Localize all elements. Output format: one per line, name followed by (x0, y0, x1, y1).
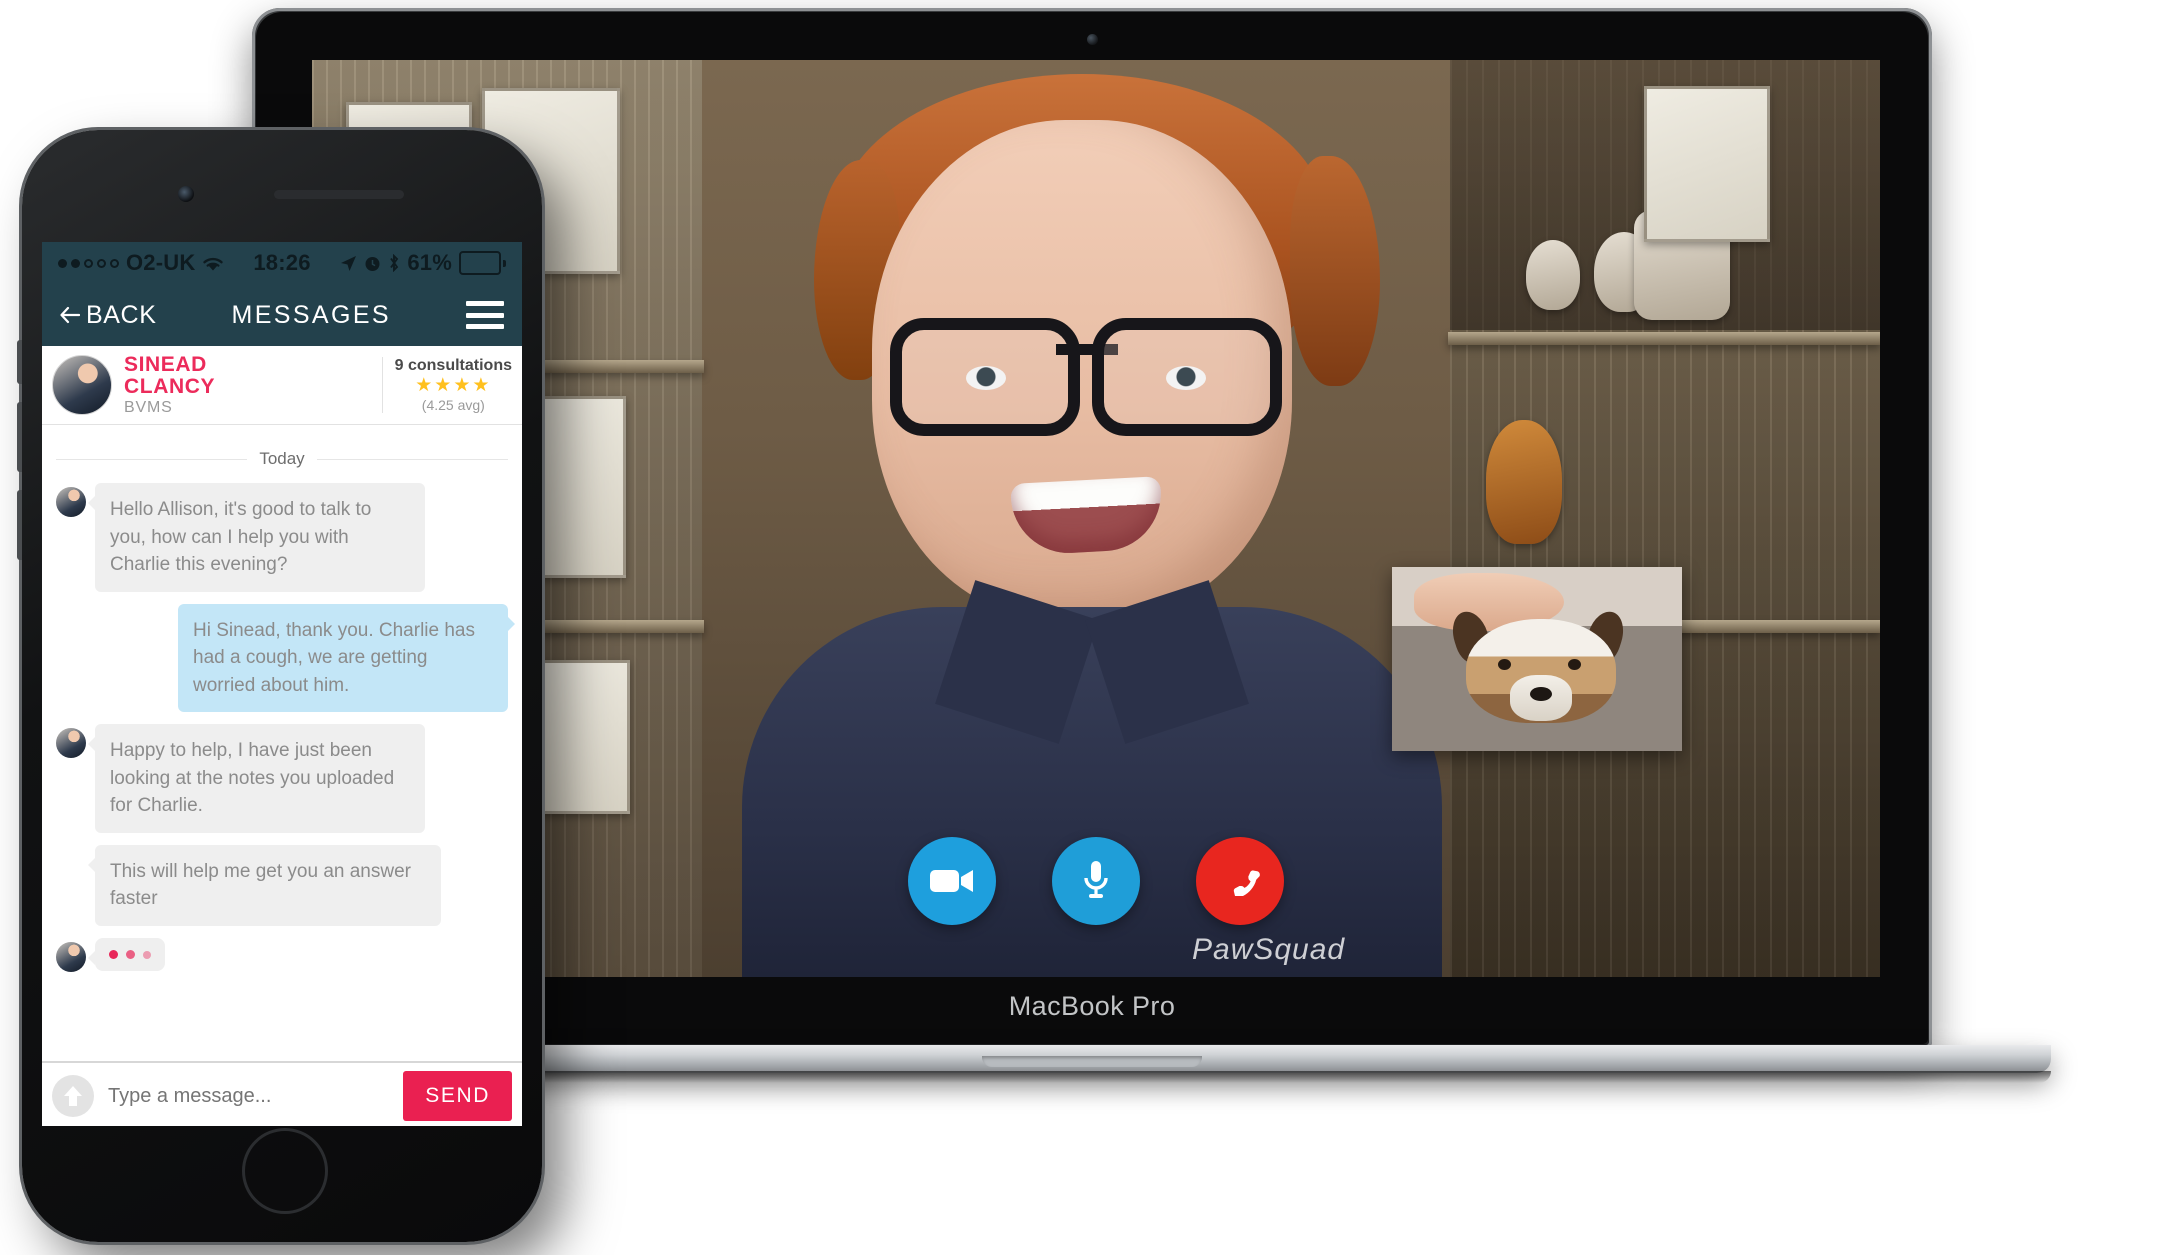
video-toggle-button[interactable] (908, 837, 996, 925)
typing-indicator-row (56, 938, 508, 973)
vet-name-block: SINEAD CLANCY BVMS (124, 352, 370, 417)
list-item: Happy to help, I have just been looking … (56, 724, 508, 833)
shelf-bar (1448, 332, 1880, 345)
screenshot-stage: PawSquad MacBook Pro O2-UK 18:26 61% BAC… (0, 0, 2176, 1255)
phone-earpiece-speaker (274, 190, 404, 199)
avatar (56, 728, 86, 759)
phone-home-button[interactable] (242, 1128, 328, 1214)
avatar (56, 942, 86, 973)
average-rating-label: (4.25 avg) (421, 396, 485, 413)
video-call-view: PawSquad (312, 60, 1880, 977)
shelf-ornament (1526, 240, 1580, 310)
back-button-label: BACK (86, 300, 157, 329)
typing-dot (109, 950, 118, 960)
list-item: Hello Allison, it's good to talk to you,… (56, 483, 508, 592)
signal-strength-icon (58, 258, 119, 268)
glasses-lens-left (890, 318, 1080, 436)
day-divider-label: Today (259, 449, 305, 468)
phone-screen: O2-UK 18:26 61% BACK MESSAGES SINEAD CLA… (42, 242, 522, 1126)
phone-status-bar: O2-UK 18:26 61% (42, 242, 522, 284)
call-controls-bar (312, 837, 1880, 925)
glasses-lens-right (1092, 318, 1282, 436)
microphone-icon (1084, 861, 1108, 898)
phone-front-camera-icon (178, 186, 194, 202)
mute-toggle-button[interactable] (1052, 837, 1140, 925)
bluetooth-icon (390, 254, 399, 272)
battery-icon (459, 251, 506, 275)
participant-glasses (890, 318, 1282, 436)
upload-attachment-button[interactable] (52, 1075, 94, 1117)
typing-dot (126, 950, 135, 960)
laptop-webcam-icon (1087, 34, 1098, 45)
upload-arrow-icon (64, 1086, 82, 1106)
end-call-button[interactable] (1196, 837, 1284, 925)
phone-volume-down-button[interactable] (17, 402, 22, 472)
message-bubble-outgoing: Hi Sinead, thank you. Charlie has had a … (178, 603, 515, 713)
battery-percent-label: 61% (407, 250, 452, 275)
phone-mute-switch[interactable] (17, 490, 22, 560)
shelf-doll (1486, 420, 1562, 544)
list-item: This will help me get you an answer fast… (56, 844, 508, 927)
eye-left (966, 366, 1006, 390)
phone-volume-up-button[interactable] (17, 340, 22, 384)
hamburger-menu-icon[interactable] (465, 301, 504, 329)
alarm-clock-icon (365, 256, 380, 271)
chat-thread[interactable]: Today Hello Allison, it's good to talk t… (42, 425, 522, 1061)
dog-nose (1530, 687, 1552, 701)
day-divider: Today (56, 449, 508, 469)
page-title: MESSAGES (231, 300, 391, 329)
message-bubble-incoming: Hello Allison, it's good to talk to you,… (88, 483, 425, 592)
location-arrow-icon (341, 255, 357, 271)
dog-eye-left (1498, 659, 1511, 670)
avatar (52, 355, 112, 415)
vet-last-name: CLANCY (124, 374, 216, 398)
phone-nav-bar: BACK MESSAGES (42, 284, 522, 346)
message-bubble-incoming: This will help me get you an answer fast… (88, 844, 441, 927)
dog-eye-right (1568, 659, 1581, 670)
vet-first-name: SINEAD (124, 352, 207, 376)
message-bubble-incoming: Happy to help, I have just been looking … (88, 724, 425, 833)
video-camera-icon (930, 870, 973, 892)
carrier-label: O2-UK (126, 250, 196, 275)
typing-dot (143, 950, 151, 959)
participant-hair-right (1290, 156, 1380, 386)
shirt-logo-text: PawSquad (1192, 933, 1346, 966)
typing-indicator (88, 938, 165, 972)
send-button[interactable]: SEND (403, 1071, 512, 1121)
clock-label: 18:26 (253, 250, 311, 275)
eye-right (1166, 366, 1206, 390)
consultations-count: 9 consultations (394, 357, 512, 375)
list-item: Hi Sinead, thank you. Charlie has had a … (56, 603, 515, 713)
star-rating-icon: ★★★★ (415, 375, 492, 397)
avatar (56, 487, 86, 517)
message-composer: SEND (42, 1061, 522, 1126)
wall-frame (1644, 86, 1770, 242)
back-button[interactable]: BACK (60, 301, 156, 330)
vet-rating-block: 9 consultations ★★★★ (4.25 avg) (381, 357, 512, 413)
phone-hangup-icon (1233, 870, 1260, 896)
self-view-thumbnail[interactable] (1392, 567, 1682, 751)
vet-qualification: BVMS (124, 398, 173, 416)
message-input[interactable] (106, 1083, 392, 1109)
vet-profile-card[interactable]: SINEAD CLANCY BVMS 9 consultations ★★★★ … (42, 346, 522, 425)
laptop-screen: PawSquad (312, 60, 1880, 977)
wifi-icon (203, 257, 224, 270)
iphone-device: O2-UK 18:26 61% BACK MESSAGES SINEAD CLA… (17, 130, 542, 1242)
arrow-left-icon (60, 306, 80, 324)
